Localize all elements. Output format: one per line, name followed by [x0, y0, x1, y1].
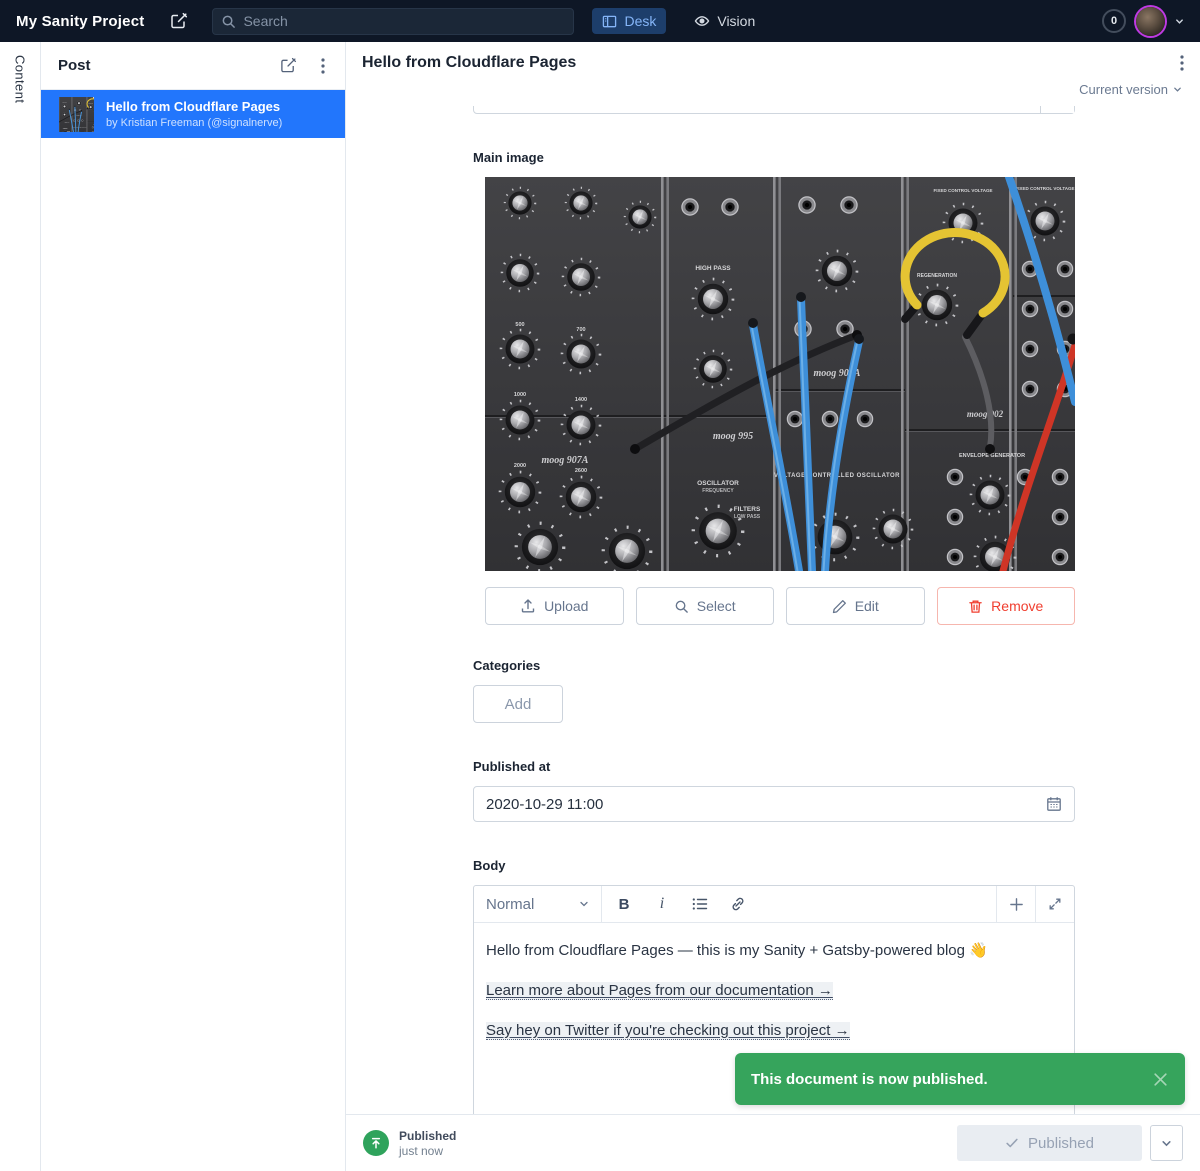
- document-header: Hello from Cloudflare Pages Current vers…: [346, 42, 1200, 106]
- body-link-docs[interactable]: Learn more about Pages from our document…: [486, 982, 833, 1000]
- avatar[interactable]: [1136, 7, 1165, 36]
- link-button[interactable]: [722, 890, 754, 919]
- post-thumbnail: [59, 97, 94, 132]
- slug-generate-button[interactable]: [1040, 106, 1074, 113]
- tab-vision-label: Vision: [717, 13, 755, 29]
- chevron-down-icon: [1173, 85, 1182, 94]
- top-navbar: My Sanity Project Desk Vision 0: [0, 0, 1200, 42]
- select-label: Select: [697, 598, 736, 614]
- document-footer: Published just now Published: [346, 1114, 1200, 1171]
- trash-icon: [968, 599, 983, 614]
- close-icon[interactable]: [1152, 1071, 1169, 1088]
- status-badge[interactable]: 0: [1102, 9, 1126, 33]
- version-label: Current version: [1079, 82, 1168, 97]
- version-selector[interactable]: Current version: [362, 72, 1184, 106]
- body-paragraph: Learn more about Pages from our document…: [486, 980, 1062, 1002]
- published-at-input[interactable]: [486, 796, 1046, 813]
- field-label-body: Body: [473, 858, 1075, 873]
- tab-desk-label: Desk: [624, 13, 656, 29]
- published-at-field: [473, 786, 1075, 822]
- insert-block-button[interactable]: [996, 886, 1035, 922]
- upload-button[interactable]: Upload: [485, 587, 624, 625]
- upload-label: Upload: [544, 598, 588, 614]
- publish-time: just now: [399, 1144, 456, 1158]
- add-category-button[interactable]: Add: [473, 685, 563, 723]
- editor-toolbar: Normal B i: [474, 886, 1074, 923]
- content-rail: Content: [0, 42, 41, 1171]
- publish-status-label: Published: [399, 1129, 456, 1143]
- tab-desk[interactable]: Desk: [592, 8, 666, 34]
- edit-button[interactable]: Edit: [786, 587, 925, 625]
- upload-icon: [520, 598, 536, 614]
- publish-button-label: Published: [1028, 1135, 1094, 1152]
- tab-vision[interactable]: Vision: [684, 8, 765, 34]
- search-field: [212, 8, 574, 35]
- field-label-published-at: Published at: [473, 759, 1075, 774]
- compose-icon[interactable]: [170, 12, 188, 30]
- pencil-icon: [832, 599, 847, 614]
- remove-button[interactable]: Remove: [937, 587, 1076, 625]
- italic-button[interactable]: i: [646, 890, 678, 919]
- publish-button[interactable]: Published: [957, 1125, 1142, 1161]
- search-icon: [221, 14, 236, 29]
- style-select-value: Normal: [486, 896, 534, 913]
- check-icon: [1005, 1136, 1019, 1150]
- slug-field: [473, 106, 1075, 114]
- toast-notification: This document is now published.: [735, 1053, 1185, 1105]
- desk-panel-icon: [602, 14, 617, 29]
- style-select[interactable]: Normal: [474, 886, 602, 922]
- compose-icon[interactable]: [280, 57, 297, 74]
- post-pane-header: Post: [41, 42, 345, 90]
- chevron-down-icon: [579, 899, 589, 909]
- toast-message: This document is now published.: [751, 1071, 1152, 1088]
- calendar-icon[interactable]: [1046, 796, 1062, 812]
- fullscreen-icon[interactable]: [1035, 886, 1074, 922]
- overflow-menu-icon[interactable]: [1180, 55, 1184, 71]
- document-form: Main image Upload: [346, 106, 1200, 1114]
- remove-label: Remove: [991, 598, 1043, 614]
- post-list-pane: Post Hello from Cloudflare Pages by Kris: [41, 42, 346, 1171]
- slug-input[interactable]: [474, 106, 1040, 113]
- navbar-right: 0: [1102, 7, 1184, 36]
- field-label-main-image: Main image: [473, 150, 1075, 165]
- search-icon: [674, 599, 689, 614]
- body-paragraph: Hello from Cloudflare Pages — this is my…: [486, 940, 1062, 962]
- main-image-preview[interactable]: [485, 177, 1075, 571]
- eye-icon: [694, 13, 710, 29]
- bold-button[interactable]: B: [608, 890, 640, 919]
- document-pane: Hello from Cloudflare Pages Current vers…: [346, 42, 1200, 1171]
- sanity-studio: My Sanity Project Desk Vision 0: [0, 0, 1200, 1171]
- page-title: Hello from Cloudflare Pages: [362, 54, 576, 72]
- body-paragraph: Say hey on Twitter if you're checking ou…: [486, 1020, 1062, 1042]
- project-title: My Sanity Project: [16, 13, 144, 30]
- search-input[interactable]: [212, 8, 574, 35]
- body-link-twitter[interactable]: Say hey on Twitter if you're checking ou…: [486, 1022, 850, 1040]
- edit-label: Edit: [855, 598, 879, 614]
- overflow-menu-icon[interactable]: [321, 58, 325, 74]
- image-actions: Upload Select Edit: [485, 587, 1075, 625]
- app-body: Content Post Hello: [0, 42, 1200, 1171]
- sidebar-item-content[interactable]: Content: [13, 55, 28, 1171]
- publish-status-icon: [363, 1130, 389, 1156]
- chevron-down-icon[interactable]: [1175, 17, 1184, 26]
- post-item-subtitle: by Kristian Freeman (@signalnerve): [106, 117, 282, 129]
- field-label-categories: Categories: [473, 658, 1075, 673]
- select-button[interactable]: Select: [636, 587, 775, 625]
- publish-menu-button[interactable]: [1150, 1125, 1183, 1161]
- list-item-post[interactable]: Hello from Cloudflare Pages by Kristian …: [41, 90, 345, 138]
- pane-title: Post: [58, 57, 91, 74]
- post-item-title: Hello from Cloudflare Pages: [106, 99, 282, 114]
- bullet-list-button[interactable]: [684, 890, 716, 919]
